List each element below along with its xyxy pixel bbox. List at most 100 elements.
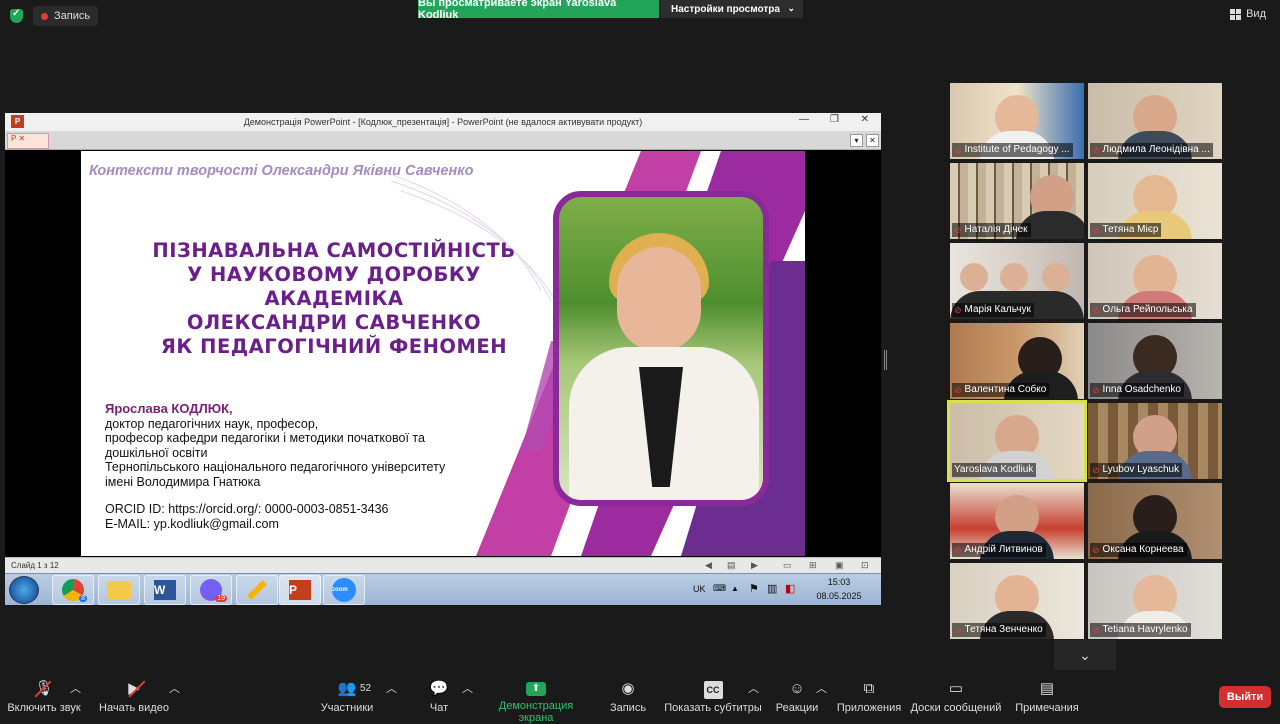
clock-time[interactable]: 15:03 xyxy=(809,577,869,587)
gallery-next-page-button[interactable]: ⌄ xyxy=(1054,640,1116,670)
slide-title-line: ЯК ПЕДАГОГІЧНИЙ ФЕНОМЕН xyxy=(160,335,508,358)
chat-button[interactable]: 💬 Чат xyxy=(420,680,458,714)
normal-view-icon[interactable]: ▭ xyxy=(783,560,792,571)
participant-tile[interactable]: ⊘ Тетяна Зенченко xyxy=(950,563,1084,639)
audio-options-caret[interactable]: ︿ xyxy=(70,680,81,696)
participants-options-caret[interactable]: ︿ xyxy=(386,680,397,696)
ppt-window-title: Демонстрація PowerPoint - [Кодлюк_презен… xyxy=(243,117,643,127)
reading-view-icon[interactable]: ▣ xyxy=(835,560,844,571)
captions-options-caret[interactable]: ︿ xyxy=(748,680,759,696)
author-photo xyxy=(553,191,769,506)
flag-icon[interactable]: ⚑ xyxy=(749,582,759,595)
slideshow-icon[interactable]: ⊡ xyxy=(861,560,869,571)
participant-tile[interactable]: ⊘ Institute of Pedagogy ... xyxy=(950,83,1084,159)
zoom-taskbar-icon[interactable]: zoom xyxy=(323,575,365,605)
recording-label: Запись xyxy=(54,10,91,22)
participant-tile[interactable]: ⊘ Андрій Литвинов xyxy=(950,483,1084,559)
prev-slide-icon[interactable]: ◀ xyxy=(705,560,712,571)
chat-bubble-icon: 💬 xyxy=(429,680,449,697)
chevron-down-icon: ⌄ xyxy=(787,3,795,13)
start-video-button[interactable]: ▶ Начать видео xyxy=(98,680,170,714)
participant-tile[interactable]: ⊘ Оксана Корнеева xyxy=(1088,483,1222,559)
ppt-document-tab[interactable]: P ✕ xyxy=(7,133,49,149)
pen-taskbar-icon[interactable] xyxy=(236,575,278,605)
viewing-share-banner: Вы просматриваете экран Yaroslava Kodliu… xyxy=(418,0,659,21)
author-line: Тернопільського національного педагогічн… xyxy=(105,460,446,474)
participant-tile[interactable]: ⊘ Tetiana Havrylenko xyxy=(1088,563,1222,639)
sorter-view-icon[interactable]: ⊞ xyxy=(809,560,817,571)
author-line: професор кафедри педагогіки і методики п… xyxy=(105,431,425,445)
view-button[interactable]: Вид xyxy=(1230,8,1266,20)
tab-close-icon[interactable]: ✕ xyxy=(866,134,879,147)
author-line: імені Володимира Гнатюка xyxy=(105,474,261,489)
unmute-label: Включить звук xyxy=(7,702,81,714)
chat-options-caret[interactable]: ︿ xyxy=(462,680,473,696)
leave-meeting-button[interactable]: Выйти xyxy=(1219,686,1271,708)
participant-tile[interactable]: ⊘ Людмила Леонідівна ... xyxy=(1088,83,1222,159)
close-icon[interactable]: ✕ xyxy=(861,114,869,125)
keyboard-icon[interactable]: ⌨ xyxy=(713,583,726,594)
maximize-icon[interactable]: ❐ xyxy=(830,114,839,125)
whiteboards-button[interactable]: ▭ Доски сообщений xyxy=(910,680,1002,714)
chrome-taskbar-icon[interactable]: 8 xyxy=(52,575,94,605)
slide-title-line: У НАУКОВОМУ ДОРОБКУ xyxy=(187,263,481,286)
muted-mic-icon: ⊘ xyxy=(1092,545,1100,555)
apps-icon: ⧉ xyxy=(863,680,875,697)
share-screen-button[interactable]: ⬆ Демонстрация экрана xyxy=(480,680,592,724)
recording-indicator[interactable]: Запись xyxy=(33,6,99,26)
slide-title: ПІЗНАВАЛЬНА САМОСТІЙНІСТЬ У НАУКОВОМУ ДО… xyxy=(109,239,559,359)
powerpoint-taskbar-icon[interactable]: P xyxy=(279,575,321,605)
dropdown-arrow-icon[interactable]: ▾ xyxy=(850,134,863,147)
zoom-logo: zoom xyxy=(332,578,356,602)
video-camera-off-icon: ▶ xyxy=(128,680,140,697)
split-resize-handle[interactable] xyxy=(884,350,887,370)
participant-tile[interactable]: ⊘ Тетяна Мієр xyxy=(1088,163,1222,239)
volume-icon[interactable]: ◧ xyxy=(785,582,795,595)
network-icon[interactable]: ▥ xyxy=(767,582,777,595)
reactions-button[interactable]: ☺ Реакции xyxy=(774,680,820,714)
chrome-badge: 8 xyxy=(79,595,87,602)
participants-label: Участники xyxy=(320,702,374,714)
start-button[interactable] xyxy=(9,576,39,604)
participant-tile[interactable]: ⊘ Марія Кальчук xyxy=(950,243,1084,319)
participant-tile[interactable]: ⊘ Lyubov Lyaschuk xyxy=(1088,403,1222,479)
clock-date[interactable]: 08.05.2025 xyxy=(809,591,869,601)
share-screen-label: Демонстрация экрана xyxy=(498,700,574,724)
security-shield-icon[interactable] xyxy=(10,8,23,23)
muted-mic-icon: ⊘ xyxy=(1092,465,1100,475)
next-slide-icon[interactable]: ▶ xyxy=(751,560,758,571)
participant-name-label: ⊘ Institute of Pedagogy ... xyxy=(952,143,1073,157)
view-settings-button[interactable]: Настройки просмотра ⌄ xyxy=(661,0,803,18)
video-options-caret[interactable]: ︿ xyxy=(169,680,180,696)
participant-tile[interactable]: ⊘ Наталія Дічек xyxy=(950,163,1084,239)
smiley-icon: ☺ xyxy=(789,680,805,697)
participant-tile-active-speaker[interactable]: Yaroslava Kodliuk xyxy=(947,400,1087,482)
participant-tile[interactable]: ⊘ Inna Osadchenko xyxy=(1088,323,1222,399)
record-button[interactable]: ◉ Запись xyxy=(606,680,650,714)
participant-tile[interactable]: ⊘ Ольга Рейпольська xyxy=(1088,243,1222,319)
author-line: дошкільної освіти xyxy=(105,445,208,460)
notes-button[interactable]: ▤ Примечания xyxy=(1014,680,1080,714)
viber-taskbar-icon[interactable]: 19 xyxy=(190,575,232,605)
participant-tile[interactable]: ⊘ Валентина Собко xyxy=(950,323,1084,399)
viber-badge: 19 xyxy=(215,595,227,602)
slide-menu-icon[interactable]: ▤ xyxy=(727,560,736,571)
view-settings-label: Настройки просмотра xyxy=(671,3,780,15)
whiteboard-icon: ▭ xyxy=(948,680,964,697)
tray-expand-icon[interactable]: ▲ xyxy=(731,584,739,593)
muted-mic-icon: ⊘ xyxy=(954,225,962,235)
language-indicator[interactable]: UK xyxy=(693,584,706,594)
record-label: Запись xyxy=(609,702,647,714)
explorer-taskbar-icon[interactable] xyxy=(98,575,140,605)
slide-title-line: ПІЗНАВАЛЬНА САМОСТІЙНІСТЬ xyxy=(152,239,516,262)
reactions-label: Реакции xyxy=(775,702,819,714)
muted-mic-icon: ⊘ xyxy=(954,145,962,155)
email-text: E-MAIL: yp.kodliuk@gmail.com xyxy=(105,517,279,531)
minimize-icon[interactable]: — xyxy=(799,114,809,125)
reactions-options-caret[interactable]: ︿ xyxy=(816,680,827,696)
participants-count: 52 xyxy=(360,683,372,694)
shared-screen: P Демонстрація PowerPoint - [Кодлюк_през… xyxy=(5,113,881,605)
participant-name-label: Yaroslava Kodliuk xyxy=(952,463,1037,477)
word-taskbar-icon[interactable]: W xyxy=(144,575,186,605)
apps-button[interactable]: ⧉ Приложения xyxy=(836,680,902,714)
